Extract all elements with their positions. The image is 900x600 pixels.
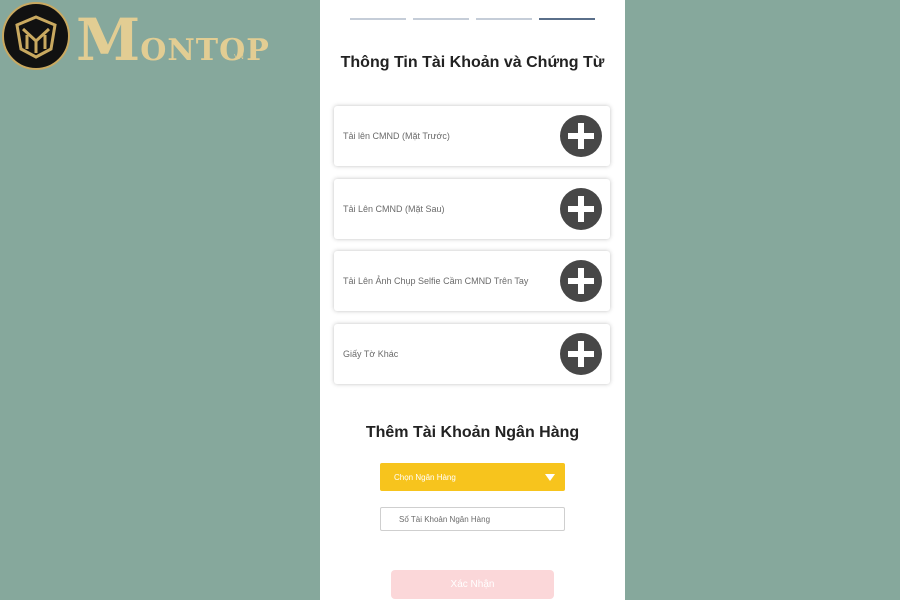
step-indicator-active xyxy=(539,18,595,20)
bank-select-label: Chọn Ngân Hàng xyxy=(394,472,456,482)
upload-id-back-card[interactable]: Tải Lên CMND (Mặt Sau) xyxy=(334,179,610,239)
caret-down-icon xyxy=(545,473,555,481)
upload-selfie-card[interactable]: Tải Lên Ảnh Chụp Selfie Cầm CMND Trên Ta… xyxy=(334,251,610,311)
confirm-button[interactable]: Xác Nhận xyxy=(391,570,554,599)
plus-circle-icon[interactable] xyxy=(560,115,602,157)
step-indicator xyxy=(476,18,532,20)
step-progress xyxy=(350,18,595,20)
upload-id-front-card[interactable]: Tải lên CMND (Mặt Trước) xyxy=(334,106,610,166)
upload-label: Tải lên CMND (Mặt Trước) xyxy=(343,131,450,141)
step-indicator xyxy=(350,18,406,20)
brand-initial: M xyxy=(76,6,140,74)
owl-emblem-icon xyxy=(2,2,70,70)
upload-label: Tải Lên CMND (Mặt Sau) xyxy=(343,204,445,214)
bank-select-dropdown[interactable]: Chọn Ngân Hàng xyxy=(380,463,565,491)
plus-circle-icon[interactable] xyxy=(560,188,602,230)
upload-label: Tải Lên Ảnh Chụp Selfie Cầm CMND Trên Ta… xyxy=(343,276,529,286)
bank-title: Thêm Tài Khoản Ngân Hàng xyxy=(365,424,580,441)
plus-circle-icon[interactable] xyxy=(560,333,602,375)
documents-title: Thông Tin Tài Khoản và Chứng Từ xyxy=(340,54,605,71)
upload-label: Giấy Tờ Khác xyxy=(343,349,399,359)
upload-other-docs-card[interactable]: Giấy Tờ Khác xyxy=(334,324,610,384)
plus-circle-icon[interactable] xyxy=(560,260,602,302)
bank-account-input[interactable] xyxy=(380,507,565,531)
brand-domain-suffix: VN xyxy=(234,54,244,61)
brand-name: ONTOP xyxy=(140,33,270,68)
step-indicator xyxy=(413,18,469,20)
registration-panel: Thông Tin Tài Khoản và Chứng Từ Tải lên … xyxy=(320,0,625,600)
brand-logo: M ONTOP VN xyxy=(0,0,269,74)
